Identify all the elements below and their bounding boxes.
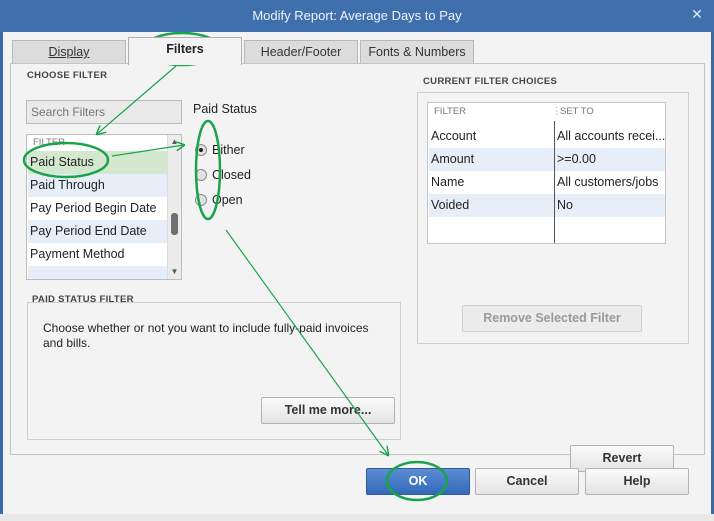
cancel-button[interactable]: Cancel — [475, 468, 579, 495]
ok-button[interactable]: OK — [366, 468, 470, 495]
chevron-down-icon[interactable]: ▼ — [168, 265, 181, 279]
revert-label: Revert — [602, 451, 642, 465]
tab-display[interactable]: Display — [12, 40, 126, 64]
search-filters-input[interactable] — [26, 100, 182, 124]
filter-cell: Name — [431, 175, 465, 189]
tab-header-footer[interactable]: Header/Footer — [244, 40, 358, 64]
tab-fonts-numbers-label: Fonts & Numbers — [368, 45, 466, 59]
list-item[interactable]: Pay Period End Date — [28, 220, 167, 243]
remove-selected-filter-label: Remove Selected Filter — [483, 311, 621, 325]
remove-selected-filter-button[interactable]: Remove Selected Filter — [462, 305, 642, 332]
list-item[interactable] — [28, 266, 167, 279]
cancel-label: Cancel — [506, 474, 548, 488]
list-item[interactable]: Paid Status — [28, 151, 167, 174]
table-row[interactable]: Name All customers/jobs — [429, 171, 665, 194]
set-to-cell: No — [557, 198, 573, 212]
tell-me-more-button[interactable]: Tell me more... — [261, 397, 395, 424]
tab-header-footer-label: Header/Footer — [260, 45, 342, 59]
column-header-set-to: SET TO — [560, 106, 594, 117]
table-row[interactable]: Amount >=0.00 — [429, 148, 665, 171]
tab-filters[interactable]: Filters — [128, 37, 242, 65]
radio-button[interactable] — [195, 169, 207, 181]
dialog-window: Modify Report: Average Days to Pay ✕ Dis… — [0, 0, 714, 521]
dialog-body: Display Filters Header/Footer Fonts & Nu… — [3, 32, 711, 517]
filter-cell: Amount — [431, 152, 475, 166]
window-title: Modify Report: Average Days to Pay — [252, 8, 462, 23]
set-to-cell: All accounts recei... — [557, 129, 665, 143]
radio-button[interactable] — [195, 194, 207, 206]
current-filter-choices-label: CURRENT FILTER CHOICES — [423, 76, 558, 87]
table-row[interactable]: Account All accounts recei... — [429, 125, 665, 148]
filter-list-scrollbar[interactable]: ▲ ▼ — [167, 135, 181, 279]
radio-button[interactable] — [195, 144, 207, 156]
table-row[interactable]: Voided No — [429, 194, 665, 217]
chevron-up-icon[interactable]: ▲ — [168, 135, 181, 149]
column-divider — [554, 121, 555, 243]
list-item[interactable]: Payment Method — [28, 243, 167, 266]
choose-filter-label: CHOOSE FILTER — [27, 70, 108, 81]
radio-label: Open — [212, 193, 243, 207]
filter-cell: Voided — [431, 198, 470, 212]
filter-list-header: FILTER — [33, 137, 66, 148]
current-filters-table: FILTER ⋮ SET TO Account All accounts rec… — [427, 102, 666, 244]
filter-list: FILTER Paid Status Paid Through Pay Peri… — [26, 134, 182, 280]
radio-label: Closed — [212, 168, 251, 182]
ok-label: OK — [408, 474, 428, 488]
tell-me-more-label: Tell me more... — [284, 403, 372, 417]
paid-status-title: Paid Status — [193, 102, 257, 116]
help-label: Help — [623, 474, 651, 488]
column-header-filter: FILTER — [434, 106, 467, 117]
title-bar[interactable]: Modify Report: Average Days to Pay ✕ — [0, 0, 714, 32]
paid-status-filter-panel: Choose whether or not you want to includ… — [27, 302, 401, 440]
filter-cell: Account — [431, 129, 477, 143]
list-item[interactable]: Pay Period Begin Date — [28, 197, 167, 220]
tab-filters-label: Filters — [166, 42, 204, 56]
set-to-cell: >=0.00 — [557, 152, 596, 166]
list-item[interactable]: Paid Through — [28, 174, 167, 197]
set-to-cell: All customers/jobs — [557, 175, 659, 189]
filters-tab-content: CHOOSE FILTER FILTER Paid Status Paid Th… — [10, 63, 705, 472]
background-strip — [0, 514, 714, 521]
scrollbar-thumb[interactable] — [171, 213, 178, 235]
tab-display-label: Display — [48, 45, 90, 59]
tab-fonts-numbers[interactable]: Fonts & Numbers — [360, 40, 474, 64]
radio-label: Either — [212, 143, 245, 157]
close-icon[interactable]: ✕ — [688, 5, 706, 23]
help-button[interactable]: Help — [585, 468, 689, 495]
filter-description: Choose whether or not you want to includ… — [43, 321, 369, 350]
